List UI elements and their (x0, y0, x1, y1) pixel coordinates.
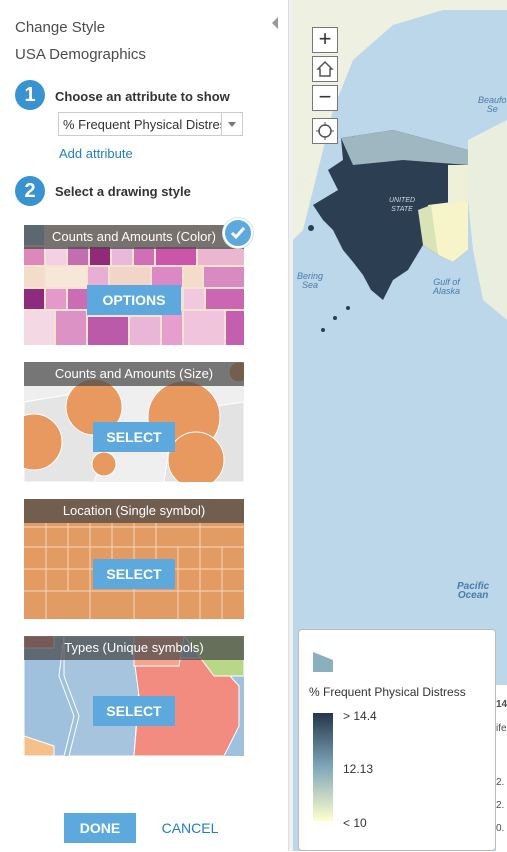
legend-symbol-icon (313, 652, 333, 672)
table-header: ife (496, 723, 507, 734)
step-2-label: Select a drawing style (55, 184, 191, 199)
home-icon (316, 60, 334, 77)
change-style-panel: Change Style USA Demographics 1 Choose a… (0, 0, 289, 851)
attribute-select-value: % Frequent Physical Distress (63, 117, 221, 132)
legend-low-label: < 10 (343, 816, 367, 830)
locate-icon (316, 122, 334, 140)
style-card-counts-color[interactable]: Counts and Amounts (Color) OPTIONS (24, 225, 244, 345)
table-header: 14 (496, 699, 507, 710)
step-1-label: Choose an attribute to show (55, 89, 230, 104)
done-button[interactable]: DONE (64, 813, 136, 843)
chevron-down-icon[interactable] (221, 113, 242, 135)
table-cell: 2. (496, 800, 505, 811)
legend-high-label: > 14.4 (343, 709, 377, 723)
beaufort-sea-label: Beaufo Se (478, 95, 507, 114)
select-button-location[interactable]: SELECT (93, 559, 175, 589)
style-card-counts-size[interactable]: Counts and Amounts (Size) SELECT (24, 362, 244, 482)
step-1-badge: 1 (15, 80, 45, 110)
legend-mid-label: 12.13 (343, 762, 374, 776)
collapse-panel-icon[interactable] (272, 17, 278, 29)
bering-sea-label: Bering Sea (297, 271, 324, 290)
table-cell: 0. (496, 823, 505, 834)
style-card-title: Counts and Amounts (Size) (24, 362, 244, 386)
add-attribute-link[interactable]: Add attribute (59, 146, 133, 161)
style-card-location[interactable]: Location (Single symbol) SELECT (24, 499, 244, 619)
legend-panel: % Frequent Physical Distress > 14.4 12.1… (298, 629, 496, 851)
united-states-label: UNITED STATE (389, 197, 416, 213)
style-card-title: Counts and Amounts (Color) (24, 225, 244, 249)
layer-name: USA Demographics (15, 46, 146, 63)
cancel-button[interactable]: CANCEL (160, 813, 220, 843)
style-card-title: Location (Single symbol) (24, 499, 244, 523)
legend-color-ramp (313, 713, 333, 821)
zoom-in-button[interactable]: + (312, 27, 338, 53)
zoom-out-button[interactable]: − (312, 85, 338, 111)
checkmark-icon (223, 218, 253, 248)
panel-title: Change Style (15, 19, 106, 36)
options-button[interactable]: OPTIONS (87, 285, 181, 315)
gulf-of-alaska-label: Gulf of Alaska (433, 277, 461, 296)
step-2-badge: 2 (15, 176, 45, 206)
attribute-select[interactable]: % Frequent Physical Distress (58, 112, 243, 136)
home-button[interactable] (312, 56, 338, 82)
pacific-ocean-label: Pacific Ocean (457, 581, 490, 601)
locate-button[interactable] (312, 118, 338, 144)
style-card-title: Types (Unique symbols) (24, 636, 244, 660)
attribute-table-edge: 14 ife 2. 2. 0. (496, 684, 507, 852)
style-card-types[interactable]: Types (Unique symbols) SELECT (24, 636, 244, 756)
select-button-size[interactable]: SELECT (93, 422, 175, 452)
legend-title: % Frequent Physical Distress (309, 685, 466, 699)
table-cell: 2. (496, 777, 505, 788)
select-button-types[interactable]: SELECT (93, 696, 175, 726)
